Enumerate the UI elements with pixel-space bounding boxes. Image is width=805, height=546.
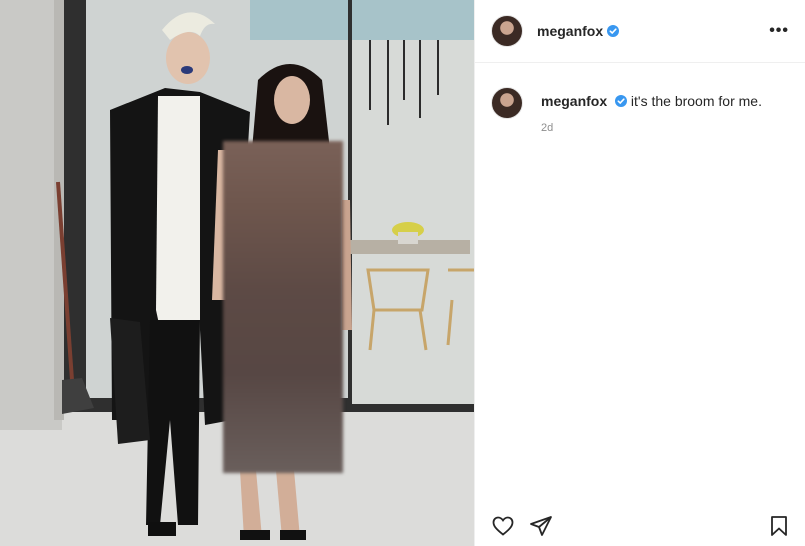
post-photo[interactable] — [0, 0, 474, 546]
instagram-post: meganfox ••• meganfox it's the broom for… — [0, 0, 805, 546]
post-actions-bar — [475, 506, 805, 546]
bookmark-icon[interactable] — [767, 514, 791, 538]
caption-text-line: meganfox it's the broom for me. — [541, 92, 762, 110]
more-dots-icon[interactable]: ••• — [769, 23, 789, 39]
censor-blur-box — [223, 141, 343, 473]
post-sidebar: meganfox ••• meganfox it's the broom for… — [474, 0, 805, 546]
caption-text: it's the broom for me. — [630, 93, 762, 109]
caption-body: meganfox it's the broom for me. 2d — [541, 92, 762, 134]
profile-photo-avatar[interactable] — [491, 15, 523, 47]
author-username[interactable]: meganfox — [537, 23, 603, 39]
post-caption: meganfox it's the broom for me. 2d — [475, 63, 805, 134]
heart-icon[interactable] — [491, 514, 515, 538]
caption-avatar[interactable] — [491, 87, 523, 119]
caption-username[interactable]: meganfox — [541, 93, 607, 109]
verified-badge-icon — [615, 95, 628, 107]
paper-plane-icon[interactable] — [529, 514, 553, 538]
post-header: meganfox ••• — [475, 0, 805, 63]
post-timestamp[interactable]: 2d — [541, 122, 762, 134]
verified-badge-icon — [607, 25, 620, 37]
